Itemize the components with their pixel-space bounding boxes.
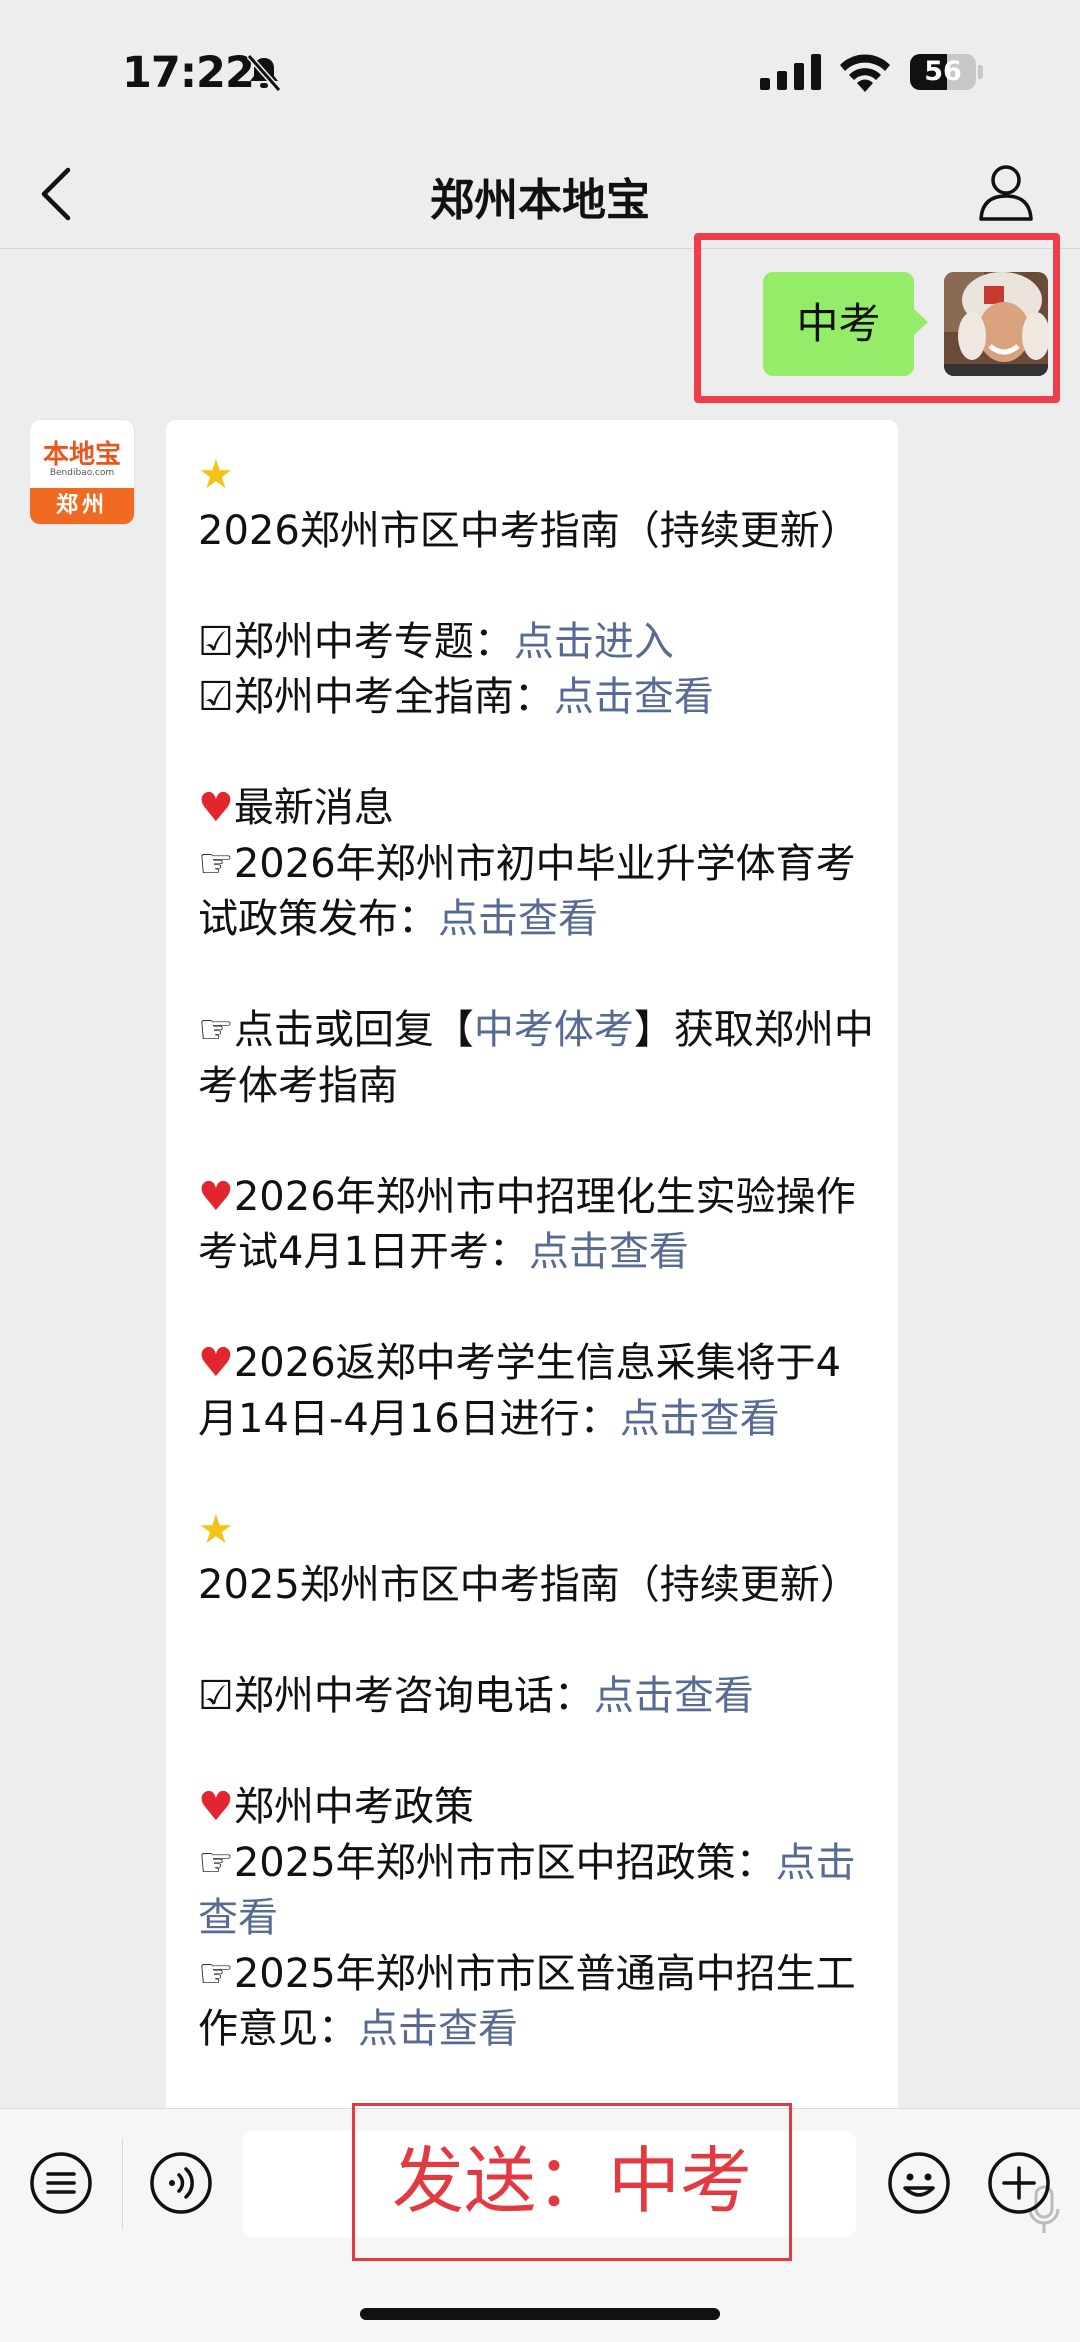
reply-line: ♥郑州中考政策 (198, 1784, 474, 1830)
sent-message-bubble[interactable]: 中考 (763, 272, 928, 376)
reply-line: ☑郑州中考全指南：点击查看 (198, 674, 714, 720)
reply-line: ♥最新消息 (198, 785, 394, 831)
hotline-link[interactable]: 点击查看 (594, 1673, 754, 1719)
enrollment-opinion-link[interactable]: 点击查看 (358, 2006, 518, 2052)
reply-line: ♥2026返郑中考学生信息采集将于4月14日-4月16日进行：点击查看 (198, 1340, 842, 1442)
home-indicator (360, 2308, 720, 2320)
pointing-hand-icon: ☞ (198, 1007, 234, 1053)
reply-line: ★2025郑州市区中考指南（持续更新） (198, 1506, 860, 1609)
reply-line: ☞2026年郑州市初中毕业升学体育考试政策发布：点击查看 (198, 840, 856, 943)
reply-line: ★2026郑州市区中考指南（持续更新） (198, 452, 860, 554)
battery-percent: 56 (924, 56, 962, 87)
reply-line: ☑郑州中考专题：点击进入 (198, 618, 674, 665)
topic-link[interactable]: 点击进入 (514, 619, 674, 665)
reply-line: ☞2025年郑州市市区中招政策：点击查看 (198, 1839, 856, 1942)
emoji-icon[interactable] (886, 2150, 952, 2216)
lab-exam-link[interactable]: 点击查看 (529, 1229, 689, 1275)
bendibao-avatar[interactable]: 本地宝 Bendibao.com 郑州 (30, 420, 134, 524)
reply-line: ☑郑州中考咨询电话：点击查看 (198, 1673, 754, 1719)
muted-bell-icon (246, 54, 282, 92)
info-collection-link[interactable]: 点击查看 (620, 1396, 780, 1442)
heart-emoji-icon: ♥ (198, 785, 234, 831)
pe-exam-keyword-link[interactable]: 中考体考 (474, 1007, 634, 1053)
battery-icon: 56 (910, 54, 988, 90)
menu-list-icon[interactable] (28, 2150, 94, 2216)
profile-icon[interactable] (978, 162, 1034, 222)
reply-message-text: ★2026郑州市区中考指南（持续更新） ☑郑州中考专题：点击进入 ☑郑州中考全指… (198, 448, 878, 2058)
status-time: 17:22 (122, 48, 255, 98)
pe-exam-policy-link[interactable]: 点击查看 (438, 896, 598, 942)
avatar-logo-text: 本地宝 (42, 440, 121, 470)
pointing-hand-icon: ☞ (198, 840, 234, 887)
heart-emoji-icon: ♥ (198, 1340, 234, 1386)
my-avatar[interactable] (944, 272, 1048, 376)
reply-line: ♥2026年郑州市中招理化生实验操作考试4月1日开考：点击查看 (198, 1173, 856, 1276)
plus-icon[interactable] (986, 2150, 1052, 2216)
cellular-signal-icon (760, 54, 821, 90)
pointing-hand-icon: ☞ (198, 1950, 234, 1997)
reply-message-bubble: ★2026郑州市区中考指南（持续更新） ☑郑州中考专题：点击进入 ☑郑州中考全指… (166, 420, 898, 2120)
chat-title: 郑州本地宝 (430, 175, 650, 226)
status-bar: 17:22 56 (0, 0, 1080, 140)
star-emoji-icon: ★ (198, 452, 234, 498)
check-box-icon: ☑ (198, 618, 234, 665)
user-photo-icon (944, 272, 1048, 376)
guide-link[interactable]: 点击查看 (554, 674, 714, 720)
pointing-hand-icon: ☞ (198, 1839, 234, 1886)
avatar-site-text: Bendibao.com (49, 468, 115, 478)
star-emoji-icon: ★ (198, 1506, 234, 1553)
check-box-icon: ☑ (198, 674, 234, 720)
toolbar-divider (122, 2139, 123, 2229)
check-box-icon: ☑ (198, 1673, 234, 1719)
avatar-city-text: 郑州 (30, 488, 134, 524)
reply-line: ☞2025年郑州市市区普通高中招生工作意见：点击查看 (198, 1950, 856, 2053)
reply-line: ☞点击或回复【中考体考】获取郑州中考体考指南 (198, 1007, 874, 1109)
heart-emoji-icon: ♥ (198, 1784, 234, 1830)
heart-emoji-icon: ♥ (198, 1173, 234, 1220)
send-instruction-overlay: 发送：中考 (352, 2103, 792, 2261)
voice-icon[interactable] (148, 2150, 214, 2216)
wifi-icon (840, 54, 890, 92)
